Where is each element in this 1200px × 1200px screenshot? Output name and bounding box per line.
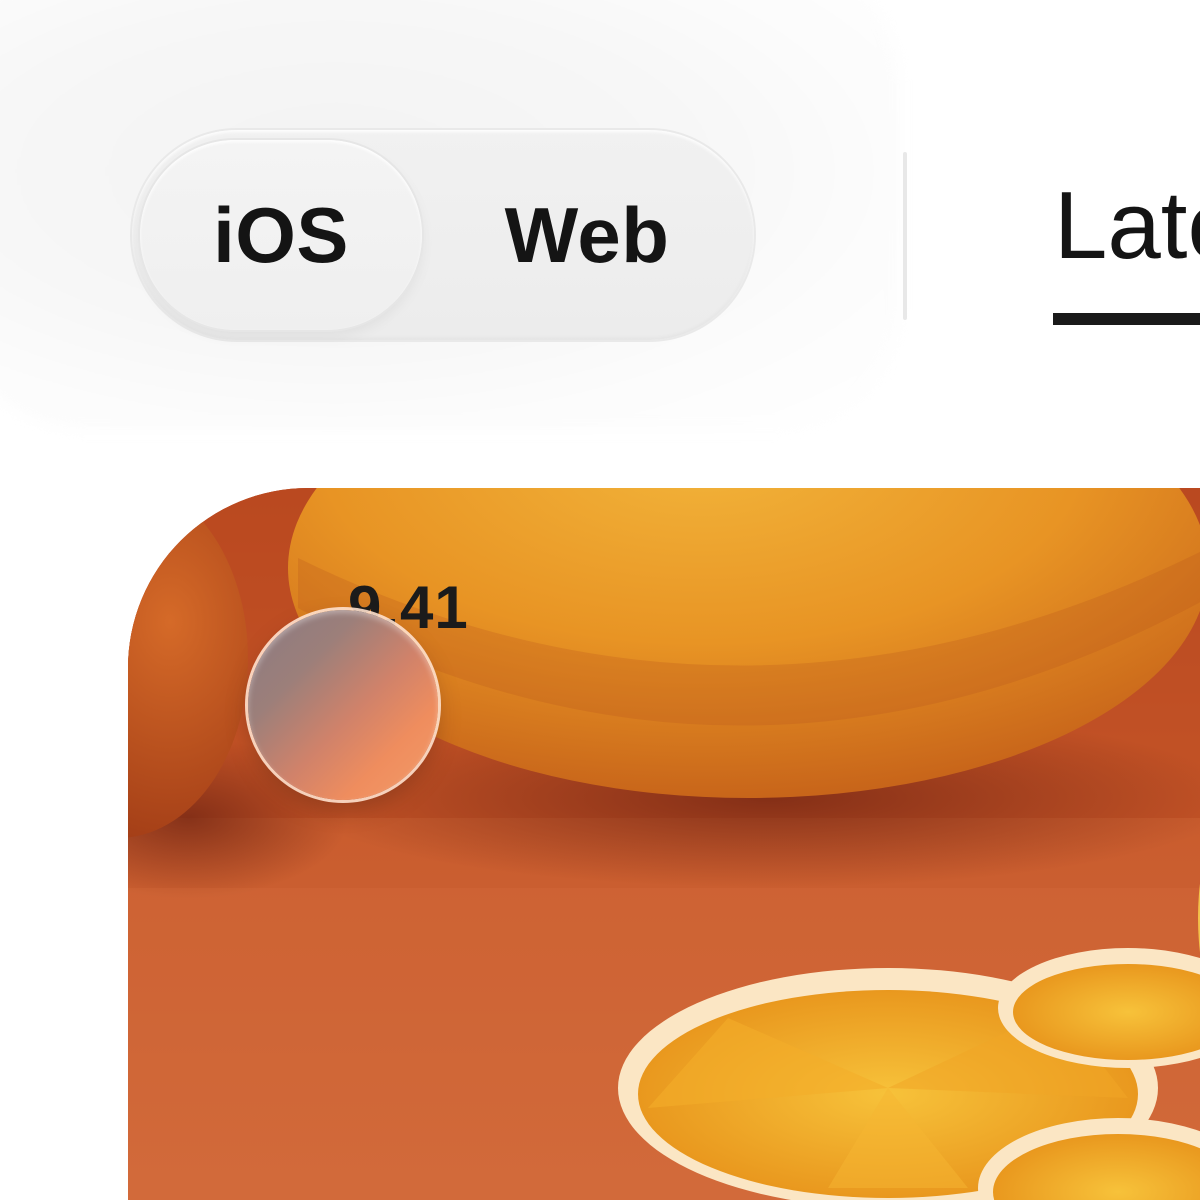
platform-segmented-control[interactable]: iOS Web [132, 130, 754, 340]
page: iOS Web Late [0, 0, 1200, 1200]
active-tab-indicator [1053, 313, 1200, 325]
oranges-photo [128, 488, 1200, 1200]
segment-web[interactable]: Web [432, 130, 742, 340]
toolbar-divider [903, 152, 907, 320]
segment-ios[interactable]: iOS [140, 130, 422, 340]
tab-latest[interactable]: Late [1054, 178, 1200, 274]
slider-knob[interactable] [248, 610, 438, 800]
